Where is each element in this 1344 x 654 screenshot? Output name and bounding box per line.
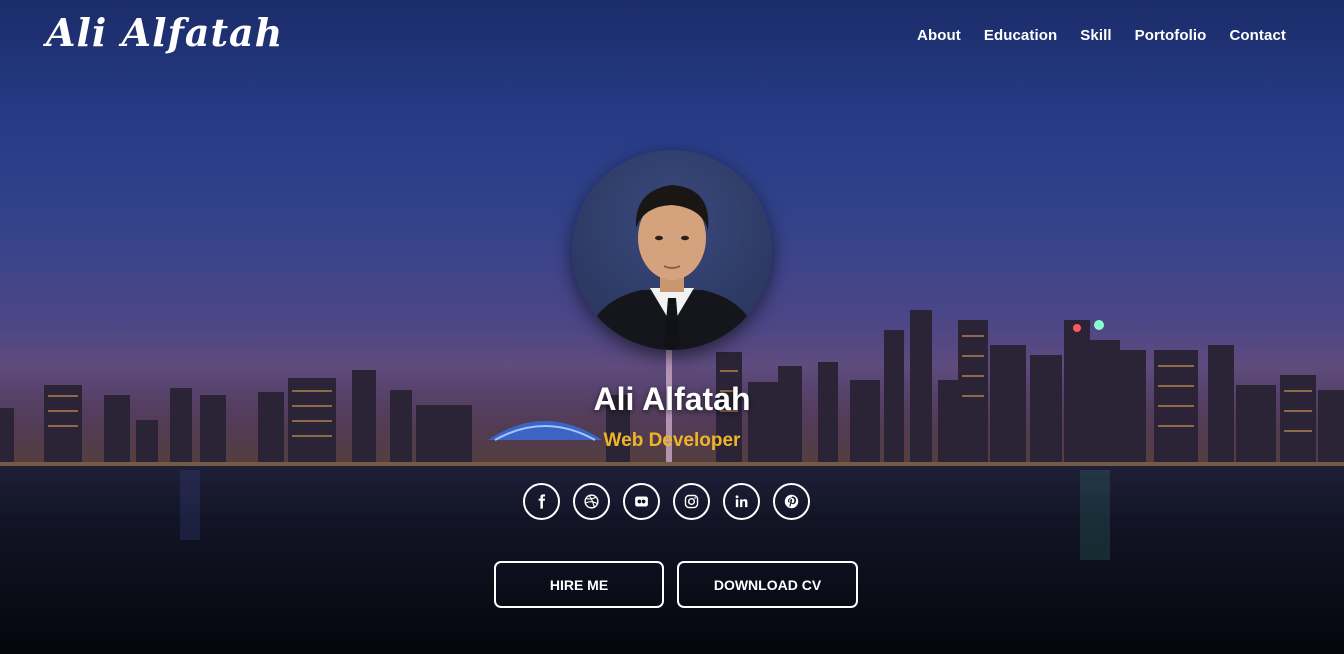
main-menu: About Education Skill Portofolio Contact <box>917 27 1286 44</box>
hero-section: Ali Alfatah About Education Skill Portof… <box>0 0 1344 654</box>
download-cv-button[interactable]: DOWNLOAD CV <box>677 561 858 608</box>
site-logo[interactable]: Ali Alfatah <box>46 10 283 55</box>
hero-role: Web Developer <box>603 430 741 451</box>
profile-photo <box>582 185 762 350</box>
nav-link-skill[interactable]: Skill <box>1080 27 1111 44</box>
instagram-icon <box>684 494 699 509</box>
hero-name: Ali Alfatah <box>593 381 751 417</box>
instagram-link[interactable] <box>673 483 710 520</box>
nav-link-portofolio[interactable]: Portofolio <box>1135 27 1207 44</box>
pinterest-icon <box>784 494 799 509</box>
nav-link-contact[interactable]: Contact <box>1229 27 1286 44</box>
facebook-icon <box>538 494 546 509</box>
dribbble-icon <box>584 494 599 509</box>
profile-avatar <box>572 150 772 350</box>
pinterest-link[interactable] <box>773 483 810 520</box>
dribbble-link[interactable] <box>573 483 610 520</box>
hire-me-button[interactable]: HIRE ME <box>494 561 664 608</box>
flickr-icon <box>635 496 648 507</box>
linkedin-icon <box>735 495 748 508</box>
facebook-link[interactable] <box>523 483 560 520</box>
cta-buttons: HIRE ME DOWNLOAD CV <box>494 561 858 608</box>
nav-link-about[interactable]: About <box>917 27 961 44</box>
social-links <box>523 483 810 520</box>
nav-link-education[interactable]: Education <box>984 27 1057 44</box>
flickr-link[interactable] <box>623 483 660 520</box>
linkedin-link[interactable] <box>723 483 760 520</box>
top-navbar: Ali Alfatah About Education Skill Portof… <box>0 0 1344 72</box>
